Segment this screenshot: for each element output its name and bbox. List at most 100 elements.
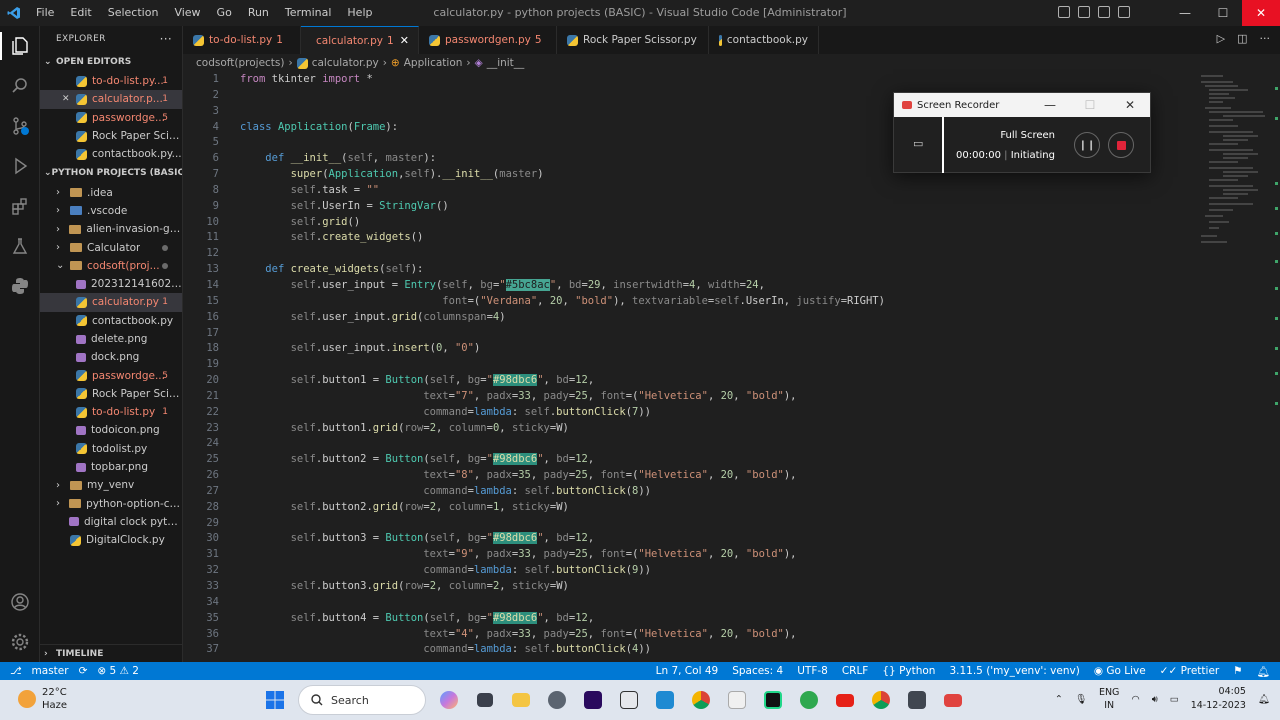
source-code[interactable]: from tkinter import * class Application(… <box>240 72 885 658</box>
sync-icon[interactable]: ⟳ <box>79 665 88 677</box>
toggle-secondary-sidebar-icon[interactable] <box>1098 6 1110 18</box>
tree-item[interactable]: › .idea <box>40 183 182 201</box>
close-window-button[interactable]: ✕ <box>1242 0 1280 26</box>
weather-widget[interactable]: 22°C Haze <box>18 686 67 712</box>
tree-item[interactable]: delete.png <box>40 330 182 348</box>
clock[interactable]: 04:05 14-12-2023 <box>1191 685 1246 713</box>
tree-item[interactable]: topbar.png <box>40 458 182 476</box>
explorer-icon[interactable] <box>0 26 40 66</box>
breadcrumb-folder[interactable]: codsoft(projects) <box>196 57 285 69</box>
tree-item[interactable]: todolist.py <box>40 440 182 458</box>
recorder-minimize-button[interactable]: — <box>1030 93 1070 117</box>
microphone-icon[interactable]: 🎙︎ <box>1075 694 1087 705</box>
tree-item[interactable]: passwordge... 5 <box>40 366 182 384</box>
tree-item[interactable]: 2023121416020... <box>40 275 182 293</box>
search-icon[interactable] <box>0 66 40 106</box>
breadcrumb-file[interactable]: calculator.py <box>312 57 379 69</box>
menu-selection[interactable]: Selection <box>100 0 167 26</box>
tree-item[interactable]: › python-option-cal... <box>40 495 182 513</box>
python-interpreter[interactable]: 3.11.5 ('my_venv': venv) <box>949 665 1079 677</box>
copilot-icon[interactable] <box>436 686 462 714</box>
run-python-file-icon[interactable]: ▷ <box>1217 32 1225 45</box>
file-explorer-icon[interactable] <box>508 686 534 714</box>
feedback-icon[interactable]: ⚑ <box>1233 665 1242 677</box>
close-tab-icon[interactable]: ✕ <box>400 34 409 47</box>
vscode-taskbar-icon[interactable] <box>652 686 678 714</box>
tree-item[interactable]: todoicon.png <box>40 421 182 439</box>
editor-tab[interactable]: Rock Paper Scissor.py <box>557 26 709 54</box>
go-live-button[interactable]: ◉ Go Live <box>1094 665 1146 677</box>
more-actions-icon[interactable]: ··· <box>1260 32 1271 45</box>
tree-item[interactable]: Rock Paper Sciss... <box>40 385 182 403</box>
show-hidden-icons-chevron-icon[interactable]: ⌃ <box>1055 694 1063 705</box>
premiere-pro-icon[interactable] <box>580 686 606 714</box>
editor-tab[interactable]: contactbook.py <box>709 26 819 54</box>
open-editor-item[interactable]: passwordge... 5 <box>40 109 182 127</box>
wifi-icon[interactable]: ◠ <box>1131 694 1139 705</box>
recorder-close-button[interactable]: ✕ <box>1110 93 1150 117</box>
customize-layout-icon[interactable] <box>1118 6 1130 18</box>
open-editor-item[interactable]: to-do-list.py... 1 <box>40 72 182 90</box>
open-editor-item[interactable]: Rock Paper Sciss... <box>40 127 182 145</box>
pycharm-icon[interactable] <box>760 686 786 714</box>
volume-icon[interactable]: 🔊︎ <box>1152 694 1158 705</box>
screen-recorder-icon[interactable] <box>940 686 966 714</box>
calculator-app-icon[interactable] <box>904 686 930 714</box>
chrome-icon[interactable] <box>688 686 714 714</box>
tree-item[interactable]: contactbook.py <box>40 312 182 330</box>
line-ending[interactable]: CRLF <box>842 665 869 677</box>
tree-item[interactable]: to-do-list.py 1 <box>40 403 182 421</box>
stop-button[interactable] <box>1108 132 1134 158</box>
chrome-profile-icon[interactable] <box>868 686 894 714</box>
minimize-button[interactable]: — <box>1166 0 1204 26</box>
branch-indicator[interactable]: master <box>32 665 69 677</box>
timeline-section[interactable]: › TIMELINE <box>40 644 182 662</box>
menu-run[interactable]: Run <box>240 0 277 26</box>
breadcrumb-class[interactable]: Application <box>404 57 463 69</box>
open-editors-section[interactable]: ⌄ OPEN EDITORS <box>40 52 182 72</box>
menu-help[interactable]: Help <box>339 0 380 26</box>
encoding[interactable]: UTF-8 <box>797 665 828 677</box>
menu-file[interactable]: File <box>28 0 62 26</box>
start-windows-icon[interactable] <box>262 686 288 714</box>
split-editor-icon[interactable]: ◫ <box>1237 32 1247 45</box>
extensions-icon[interactable] <box>0 186 40 226</box>
source-control-icon[interactable] <box>0 106 40 146</box>
notepad-icon[interactable] <box>724 686 750 714</box>
notifications-bell-icon[interactable]: 🔔︎ <box>1257 665 1270 678</box>
project-section[interactable]: ⌄ PYTHON PROJECTS (BASIC) <box>40 163 182 183</box>
indentation[interactable]: Spaces: 4 <box>732 665 783 677</box>
editor-scrollbar[interactable] <box>1270 72 1280 662</box>
more-actions-icon[interactable]: ··· <box>160 32 172 46</box>
tree-item[interactable]: dock.png <box>40 348 182 366</box>
tree-item[interactable]: › my_venv <box>40 476 182 494</box>
maximize-button[interactable]: ☐ <box>1204 0 1242 26</box>
tree-item[interactable]: › alien-invasion-ga... <box>40 220 182 238</box>
prettier-button[interactable]: ✓✓ Prettier <box>1160 665 1220 677</box>
xbox-icon[interactable] <box>796 686 822 714</box>
file-manager-icon[interactable] <box>472 686 498 714</box>
accounts-icon[interactable] <box>0 582 40 622</box>
battery-icon[interactable]: ▭ <box>1170 694 1179 705</box>
tree-item[interactable]: › Calculator <box>40 238 182 256</box>
remote-icon[interactable]: ⎇ <box>10 666 22 677</box>
tree-item[interactable]: DigitalClock.py <box>40 531 182 549</box>
menu-view[interactable]: View <box>166 0 208 26</box>
capcut-icon[interactable] <box>616 686 642 714</box>
editor-tab[interactable]: to-do-list.py 1 <box>183 26 301 54</box>
menu-edit[interactable]: Edit <box>62 0 99 26</box>
manage-gear-icon[interactable] <box>0 622 40 662</box>
tree-item[interactable]: › .vscode <box>40 202 182 220</box>
editor-tab[interactable]: passwordgen.py 5 <box>419 26 557 54</box>
menu-terminal[interactable]: Terminal <box>277 0 340 26</box>
run-debug-icon[interactable] <box>0 146 40 186</box>
youtube-icon[interactable] <box>832 686 858 714</box>
minimap[interactable] <box>1193 72 1268 662</box>
open-editor-item[interactable]: contactbook.py... <box>40 145 182 163</box>
pause-button[interactable]: ❙❙ <box>1074 132 1100 158</box>
language-mode[interactable]: {} Python <box>882 665 935 677</box>
testing-icon[interactable] <box>0 226 40 266</box>
taskbar-search[interactable]: Search <box>298 685 426 715</box>
menu-go[interactable]: Go <box>209 0 240 26</box>
cursor-position[interactable]: Ln 7, Col 49 <box>656 665 719 677</box>
